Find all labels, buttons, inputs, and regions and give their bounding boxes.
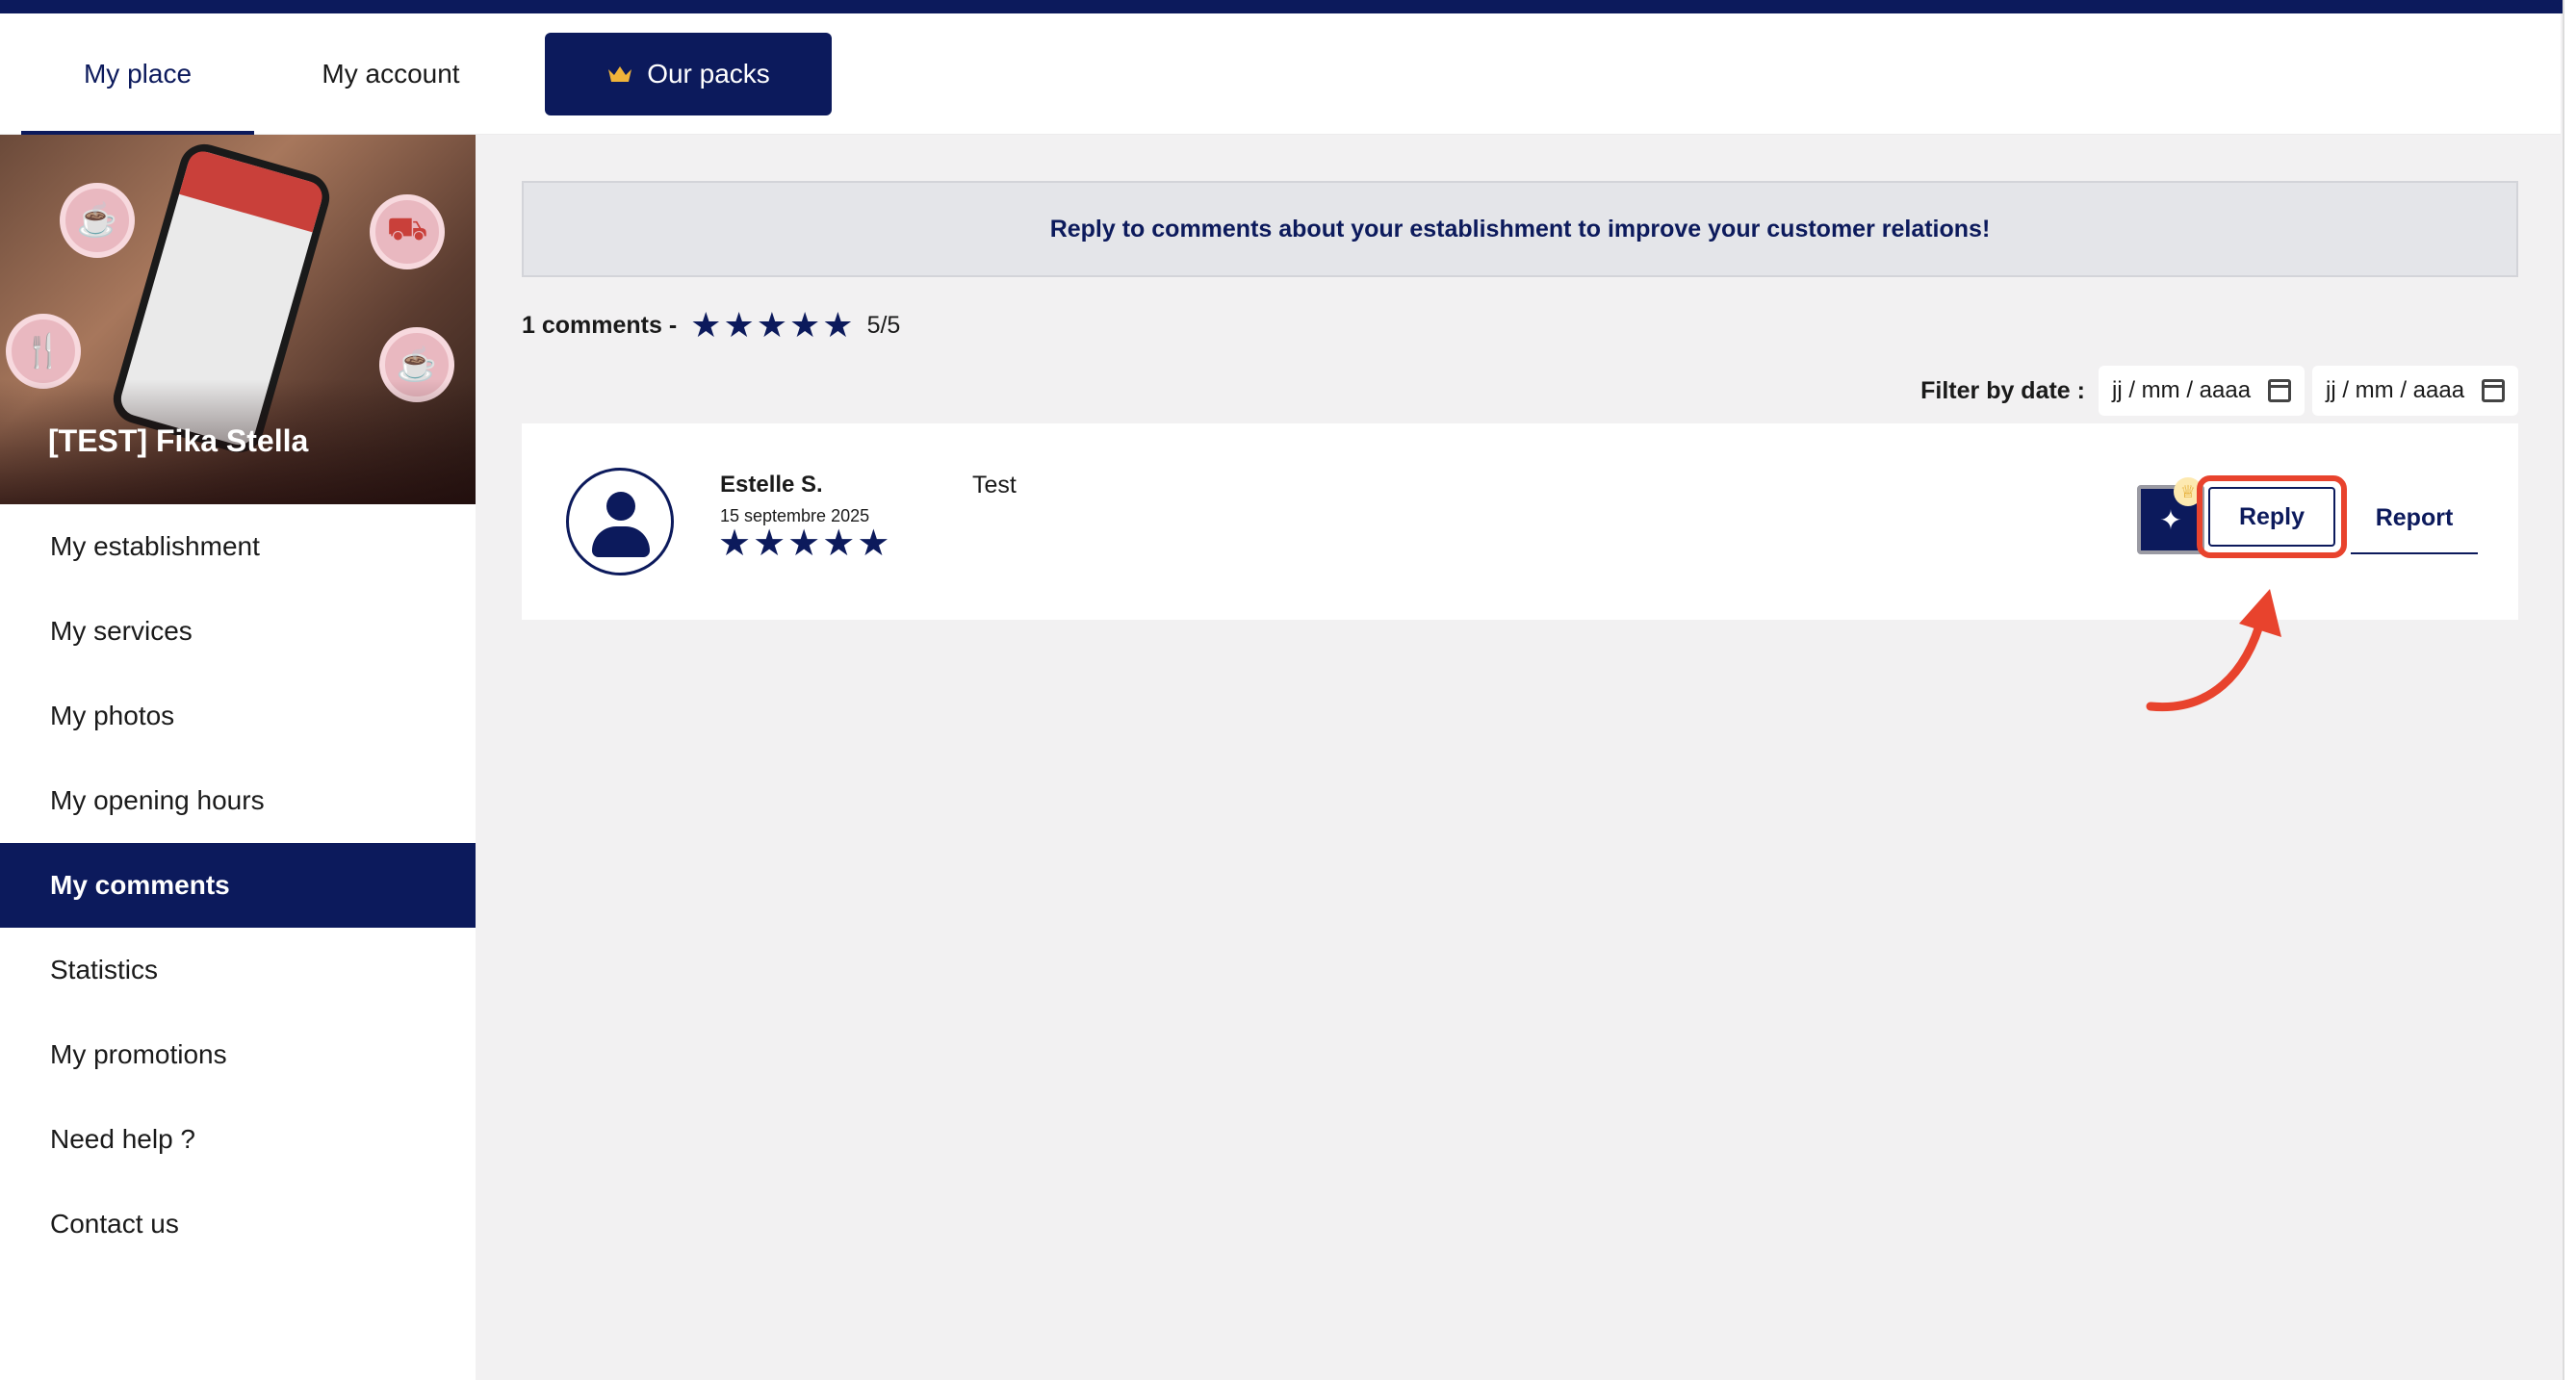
pin-icon: ✦ [2159,504,2182,535]
arrow-annotation [2146,589,2281,712]
sidebar-item-label: Contact us [50,1209,179,1239]
sidebar-item-label: My opening hours [50,785,265,815]
sidebar-item-label: My services [50,616,193,646]
info-banner: Reply to comments about your establishme… [522,181,2518,277]
comment-text: Test [972,472,1017,498]
end-date-input[interactable]: jj / mm / aaaa [2312,366,2518,416]
summary-rating-stars: ★ ★ ★ ★ ★ [690,308,853,343]
comment-rating-stars: ★ ★ ★ ★ ★ [718,525,889,562]
tab-my-place[interactable]: My place [21,13,254,135]
sidebar-item-label: My comments [50,870,230,900]
sidebar-item-photos[interactable]: My photos [0,674,476,758]
date-filter: Filter by date : jj / mm / aaaa jj / mm … [1920,366,2518,416]
star-icon: ★ [753,524,786,564]
star-icon: ★ [857,524,890,564]
comments-summary: 1 comments - ★ ★ ★ ★ ★ 5/5 [522,304,900,346]
packs-label: Our packs [647,59,770,89]
establishment-hero-image: ☕ ⛟ 🍴 ☕ [TEST] Fika Stella [0,135,476,504]
restaurant-pin-icon: 🍴 [6,314,81,389]
star-icon: ★ [789,305,821,345]
sidebar-item-contact[interactable]: Contact us [0,1182,476,1266]
sidebar-item-opening-hours[interactable]: My opening hours [0,758,476,843]
star-icon: ★ [822,524,856,564]
star-icon: ★ [756,305,788,345]
date-placeholder: jj / mm / aaaa [2112,377,2252,403]
filter-label: Filter by date : [1920,376,2085,404]
star-icon: ★ [690,305,722,345]
sidebar-item-help[interactable]: Need help ? [0,1097,476,1182]
tab-label: My place [83,59,193,89]
sidebar-item-comments[interactable]: My comments [0,843,476,928]
sidebar-item-services[interactable]: My services [0,589,476,674]
sidebar-item-label: My photos [50,701,175,730]
comment-author: Estelle S. [720,472,823,498]
crown-icon: ♕ [2174,477,2202,506]
top-accent-bar [0,0,2563,13]
tab-my-account[interactable]: My account [279,13,502,135]
sidebar-item-label: Need help ? [50,1124,196,1154]
food-pin-icon: ☕ [60,183,135,258]
truck-pin-icon: ⛟ [370,194,445,269]
star-icon: ★ [822,305,854,345]
sidebar: ☕ ⛟ 🍴 ☕ [TEST] Fika Stella My establishm… [0,135,476,1380]
star-icon: ★ [787,524,821,564]
report-label: Report [2375,503,2454,531]
establishment-name: [TEST] Fika Stella [48,423,309,458]
sidebar-item-label: My promotions [50,1039,227,1069]
sidebar-item-label: My establishment [50,531,260,561]
scrollbar[interactable] [2563,0,2576,1380]
report-link[interactable]: Report [2351,483,2478,554]
date-placeholder: jj / mm / aaaa [2326,377,2465,403]
user-avatar-icon [566,468,674,575]
star-icon: ★ [718,524,752,564]
reply-label: Reply [2238,502,2306,530]
sidebar-item-label: Statistics [50,955,159,984]
calendar-icon[interactable] [2268,379,2291,402]
comments-count: 1 comments - [522,311,678,339]
star-icon: ★ [723,305,755,345]
calendar-icon[interactable] [2482,379,2505,402]
our-packs-button[interactable]: Our packs [545,33,832,115]
top-nav: My place My account Our packs [0,13,2561,135]
sidebar-item-promotions[interactable]: My promotions [0,1012,476,1097]
crown-icon [608,66,632,82]
reply-button[interactable]: Reply [2208,487,2335,547]
sidebar-item-establishment[interactable]: My establishment [0,504,476,589]
sidebar-item-statistics[interactable]: Statistics [0,928,476,1012]
banner-text: Reply to comments about your establishme… [1049,215,1991,243]
start-date-input[interactable]: jj / mm / aaaa [2099,366,2305,416]
average-score: 5/5 [866,311,901,339]
tab-label: My account [322,59,460,89]
